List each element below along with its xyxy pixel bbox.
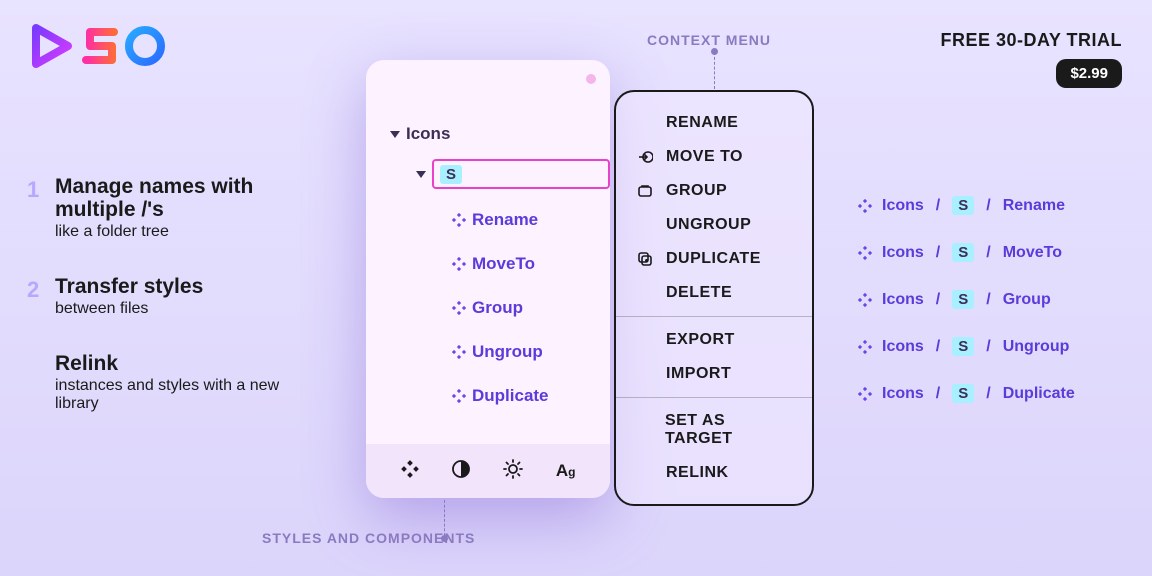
path-prefix: Icons [882, 338, 924, 356]
component-icon [858, 293, 872, 307]
menu-item-label: SET AS TARGET [665, 412, 790, 448]
menu-item-export[interactable]: EXPORT [616, 323, 812, 357]
tree-item-label: Ungroup [472, 342, 543, 362]
menu-item-label: DUPLICATE [666, 250, 761, 268]
menu-item-duplicate[interactable]: DUPLICATE [616, 242, 812, 276]
menu-item-ungroup[interactable]: UNGROUP [616, 208, 812, 242]
menu-item-relink[interactable]: RELINK [616, 456, 812, 490]
component-icon [452, 389, 466, 403]
menu-item-label: EXPORT [666, 331, 735, 349]
menu-item-label: RENAME [666, 114, 738, 132]
chevron-down-icon [390, 131, 400, 138]
selected-chip: S [440, 165, 462, 184]
move-to-icon [636, 149, 654, 165]
component-icon [858, 387, 872, 401]
menu-item-import[interactable]: IMPORT [616, 357, 812, 391]
tree-item-label: Group [472, 298, 523, 318]
panel-toolbar: Ag [366, 444, 610, 498]
styles-panel: Icons S Rename MoveTo Group Ungroup Duplicat… [366, 60, 610, 498]
app-logo [30, 22, 170, 70]
path-name: MoveTo [1003, 244, 1062, 262]
group-icon [636, 183, 654, 199]
feature-title-2: Transfer styles [55, 275, 325, 298]
path-chip: S [952, 384, 974, 403]
path-row: Icons/S/Ungroup [858, 337, 1075, 356]
menu-item-label: GROUP [666, 182, 727, 200]
component-icon [858, 340, 872, 354]
path-chip: S [952, 337, 974, 356]
chevron-down-icon [416, 171, 426, 178]
feature-sub-1: like a folder tree [55, 223, 325, 241]
typography-icon[interactable]: Ag [556, 461, 576, 481]
feature-num-2: 2 [27, 277, 39, 303]
path-list: Icons/S/Rename Icons/S/MoveTo Icons/S/Grou… [858, 196, 1075, 403]
path-prefix: Icons [882, 291, 924, 309]
brightness-icon[interactable] [503, 459, 523, 484]
path-prefix: Icons [882, 244, 924, 262]
annotation-context-menu: CONTEXT MENU [647, 32, 771, 48]
feature-title-1: Manage names with multiple /'s [55, 175, 325, 221]
contrast-icon[interactable] [452, 460, 470, 483]
path-chip: S [952, 243, 974, 262]
path-row: Icons/S/Duplicate [858, 384, 1075, 403]
price-badge[interactable]: $2.99 [1056, 59, 1122, 88]
rename-input[interactable]: S [432, 159, 610, 189]
path-row: Icons/S/Rename [858, 196, 1075, 215]
path-chip: S [952, 196, 974, 215]
path-row: Icons/S/Group [858, 290, 1075, 309]
path-row: Icons/S/MoveTo [858, 243, 1075, 262]
feature-num-1: 1 [27, 177, 39, 203]
duplicate-icon [636, 251, 654, 267]
menu-item-label: IMPORT [666, 365, 731, 383]
trial-label: FREE 30-DAY TRIAL [940, 30, 1122, 51]
tree-item-label: Rename [472, 210, 538, 230]
component-icon [858, 199, 872, 213]
menu-item-label: RELINK [666, 464, 729, 482]
tree-item-label: MoveTo [472, 254, 535, 274]
path-name: Rename [1003, 197, 1065, 215]
menu-item-rename[interactable]: RENAME [616, 106, 812, 140]
menu-item-label: UNGROUP [666, 216, 751, 234]
path-name: Ungroup [1003, 338, 1070, 356]
components-icon[interactable] [401, 460, 419, 483]
feature-sub-2: between files [55, 300, 325, 318]
component-icon [452, 213, 466, 227]
tree-item[interactable]: Group [390, 290, 610, 326]
menu-item-group[interactable]: GROUP [616, 174, 812, 208]
tree-root[interactable]: Icons [390, 116, 610, 152]
tree-item-label: Duplicate [472, 386, 549, 406]
menu-item-delete[interactable]: DELETE [616, 276, 812, 310]
component-icon [858, 246, 872, 260]
tree-selected-row[interactable]: S [390, 156, 610, 192]
tree-item[interactable]: Rename [390, 202, 610, 238]
context-menu: RENAME MOVE TO GROUP UNGROUP DUPLICATE DELETE… [614, 90, 814, 506]
tree-item[interactable]: MoveTo [390, 246, 610, 282]
tree-root-label: Icons [406, 124, 450, 144]
component-icon [452, 257, 466, 271]
path-name: Duplicate [1003, 385, 1075, 403]
feature-title-3: Relink [55, 352, 325, 375]
path-chip: S [952, 290, 974, 309]
feature-sub-3: instances and styles with a new library [55, 377, 325, 413]
menu-item-label: DELETE [666, 284, 732, 302]
tree-item[interactable]: Duplicate [390, 378, 610, 414]
menu-item-label: MOVE TO [666, 148, 743, 166]
menu-item-set-as-target[interactable]: SET AS TARGET [616, 404, 812, 456]
component-icon [452, 301, 466, 315]
menu-item-move-to[interactable]: MOVE TO [616, 140, 812, 174]
component-icon [452, 345, 466, 359]
panel-close-dot[interactable] [586, 74, 596, 84]
features-list: 1 Manage names with multiple /'s like a … [55, 175, 325, 447]
path-name: Group [1003, 291, 1051, 309]
path-prefix: Icons [882, 197, 924, 215]
path-prefix: Icons [882, 385, 924, 403]
tree-item[interactable]: Ungroup [390, 334, 610, 370]
